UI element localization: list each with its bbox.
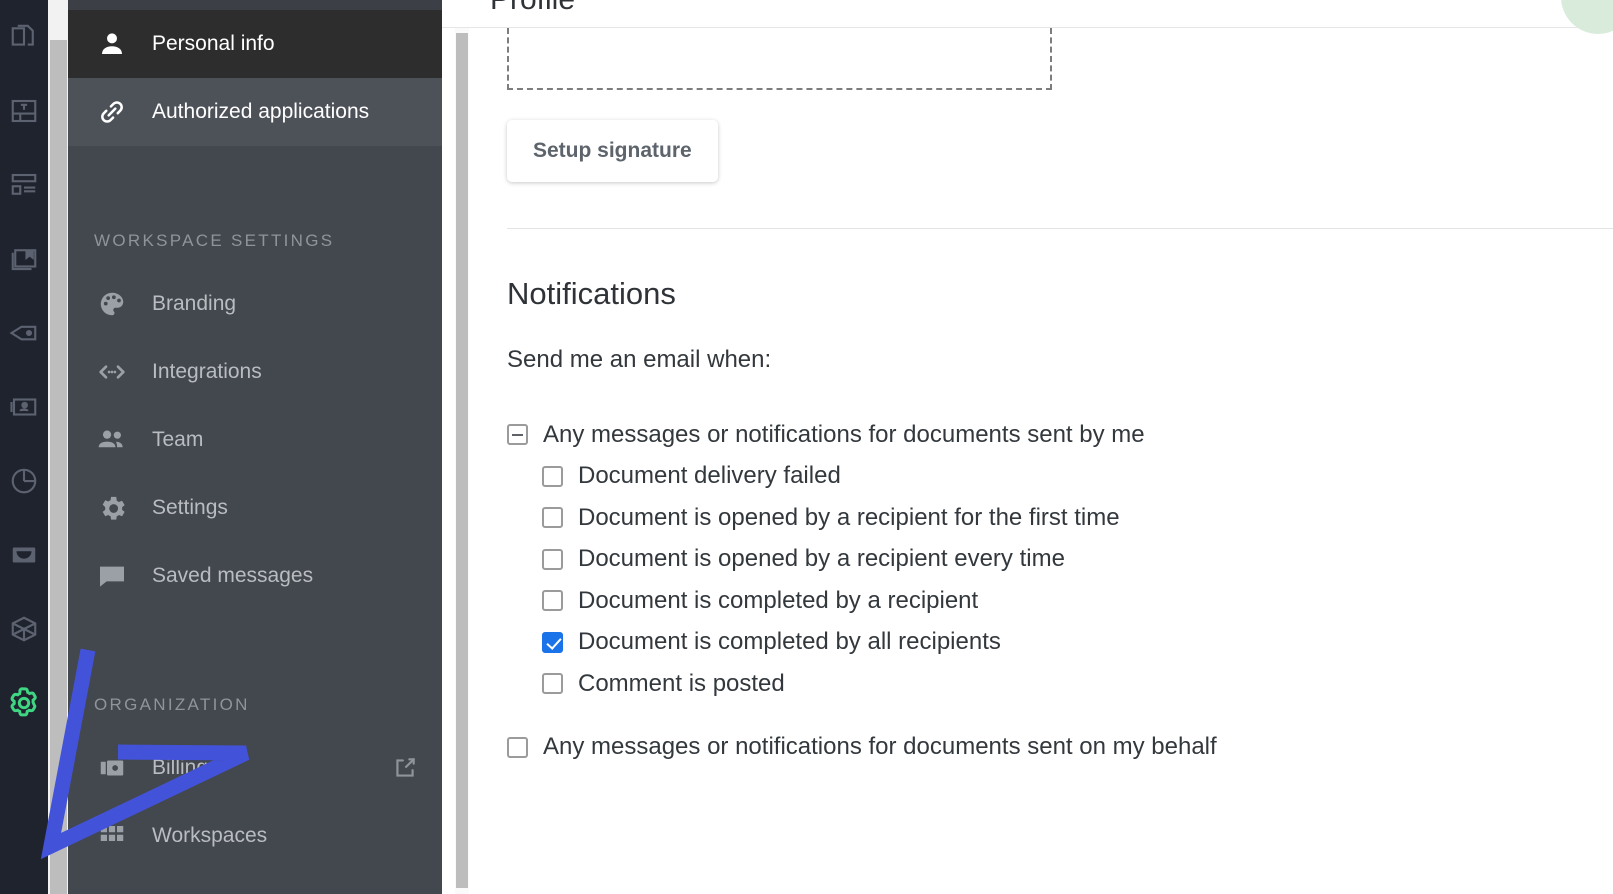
contact-card-icon[interactable] [0, 370, 48, 444]
app-root: Personal info Authorized applications WO… [0, 0, 1613, 894]
checkbox-label: Document is completed by all recipients [578, 628, 1001, 656]
setup-signature-button[interactable]: Setup signature [507, 120, 718, 182]
grid-icon [94, 818, 130, 854]
link-icon [94, 94, 130, 130]
sidebar-item-workspaces[interactable]: Workspaces [68, 802, 442, 870]
sidebar-item-personal-info[interactable]: Personal info [68, 10, 442, 78]
sidebar-item-label: Settings [152, 495, 228, 519]
settings-sidebar: Personal info Authorized applications WO… [68, 0, 442, 894]
checkbox-unchecked[interactable] [507, 736, 528, 758]
checkbox-label: Comment is posted [578, 669, 785, 697]
checkbox-label: Document is completed by a recipient [578, 586, 979, 614]
code-icon [94, 354, 130, 390]
layout-icon[interactable] [0, 148, 48, 222]
checkbox-row-completed-by-all[interactable]: Document is completed by all recipients [507, 622, 1613, 664]
checkbox-row-comment-posted[interactable]: Comment is posted [507, 663, 1613, 705]
sidebar-item-label: Integrations [152, 359, 262, 383]
sidebar-item-branding[interactable]: Branding [68, 270, 442, 338]
checkbox-label: Any messages or notifications for docume… [543, 420, 1145, 448]
checkbox-label: Document is opened by a recipient every … [578, 545, 1065, 573]
sidebar-item-saved-messages[interactable]: Saved messages [68, 542, 442, 610]
checkbox-row-delivery-failed[interactable]: Document delivery failed [507, 456, 1613, 498]
sidebar-item-authorized-applications[interactable]: Authorized applications [68, 78, 442, 146]
checkbox-unchecked[interactable] [542, 590, 563, 612]
sidebar-item-billing[interactable]: Billing [68, 734, 442, 802]
sidebar-item-integrations[interactable]: Integrations [68, 338, 442, 406]
sidebar-scrollbar-thumb[interactable] [50, 40, 67, 894]
page-title: Profile [490, 0, 575, 17]
sidebar-section-organization: ORGANIZATION [94, 695, 250, 714]
notification-checkbox-list: Any messages or notifications for docume… [507, 414, 1613, 768]
documents-icon[interactable] [0, 0, 48, 74]
profile-content: Setup signature Notifications Send me an… [442, 28, 1613, 894]
main-content: Profile Setup signature Notifications Se… [442, 0, 1613, 894]
bookmark-icon[interactable] [0, 222, 48, 296]
gear-icon [94, 490, 130, 526]
palette-icon [94, 286, 130, 322]
notifications-subheading: Send me an email when: [507, 346, 772, 373]
sidebar-item-label: Billing [152, 755, 209, 779]
sidebar-item-settings[interactable]: Settings [68, 474, 442, 542]
package-icon[interactable] [0, 592, 48, 666]
billing-icon [94, 750, 130, 786]
sidebar-item-label: Saved messages [152, 563, 314, 587]
notifications-heading: Notifications [507, 276, 676, 311]
checkbox-unchecked[interactable] [542, 465, 563, 487]
checkbox-row-group-sent-by-me[interactable]: Any messages or notifications for docume… [507, 414, 1613, 456]
person-icon [94, 26, 130, 62]
sidebar-item-label: Authorized applications [152, 99, 370, 123]
checkbox-label: Document delivery failed [578, 462, 841, 490]
checkbox-unchecked[interactable] [542, 507, 563, 529]
checkbox-label: Document is opened by a recipient for th… [578, 503, 1120, 531]
section-divider [507, 228, 1613, 229]
pie-chart-icon[interactable] [0, 444, 48, 518]
checkbox-checked[interactable] [542, 631, 563, 653]
sidebar-item-label: Branding [152, 291, 237, 315]
checkbox-row-completed-by-recipient[interactable]: Document is completed by a recipient [507, 580, 1613, 622]
checkbox-row-group-sent-on-my-behalf[interactable]: Any messages or notifications for docume… [507, 727, 1613, 769]
sidebar-item-label: Personal info [152, 31, 275, 55]
external-link-icon[interactable] [392, 755, 418, 781]
sidebar-section-workspace-settings: WORKSPACE SETTINGS [94, 231, 335, 250]
signature-placeholder[interactable] [507, 28, 1052, 90]
people-icon [94, 422, 130, 458]
sidebar-item-team[interactable]: Team [68, 406, 442, 474]
inbox-icon[interactable] [0, 518, 48, 592]
sidebar-item-label: Workspaces [152, 823, 268, 847]
app-icon-rail [0, 0, 48, 894]
sidebar-item-label: Team [152, 427, 204, 451]
sidebar-top-strip [68, 0, 442, 10]
settings-gear-icon[interactable] [0, 666, 48, 740]
tag-icon[interactable] [0, 296, 48, 370]
checkbox-label: Any messages or notifications for docume… [543, 733, 1217, 761]
main-header: Profile [442, 0, 1613, 34]
checkbox-row-opened-first-time[interactable]: Document is opened by a recipient for th… [507, 497, 1613, 539]
template-icon[interactable] [0, 74, 48, 148]
checkbox-unchecked[interactable] [542, 548, 563, 570]
checkbox-indeterminate[interactable] [507, 424, 528, 446]
chat-icon [94, 558, 130, 594]
checkbox-row-opened-every-time[interactable]: Document is opened by a recipient every … [507, 539, 1613, 581]
checkbox-unchecked[interactable] [542, 673, 563, 695]
